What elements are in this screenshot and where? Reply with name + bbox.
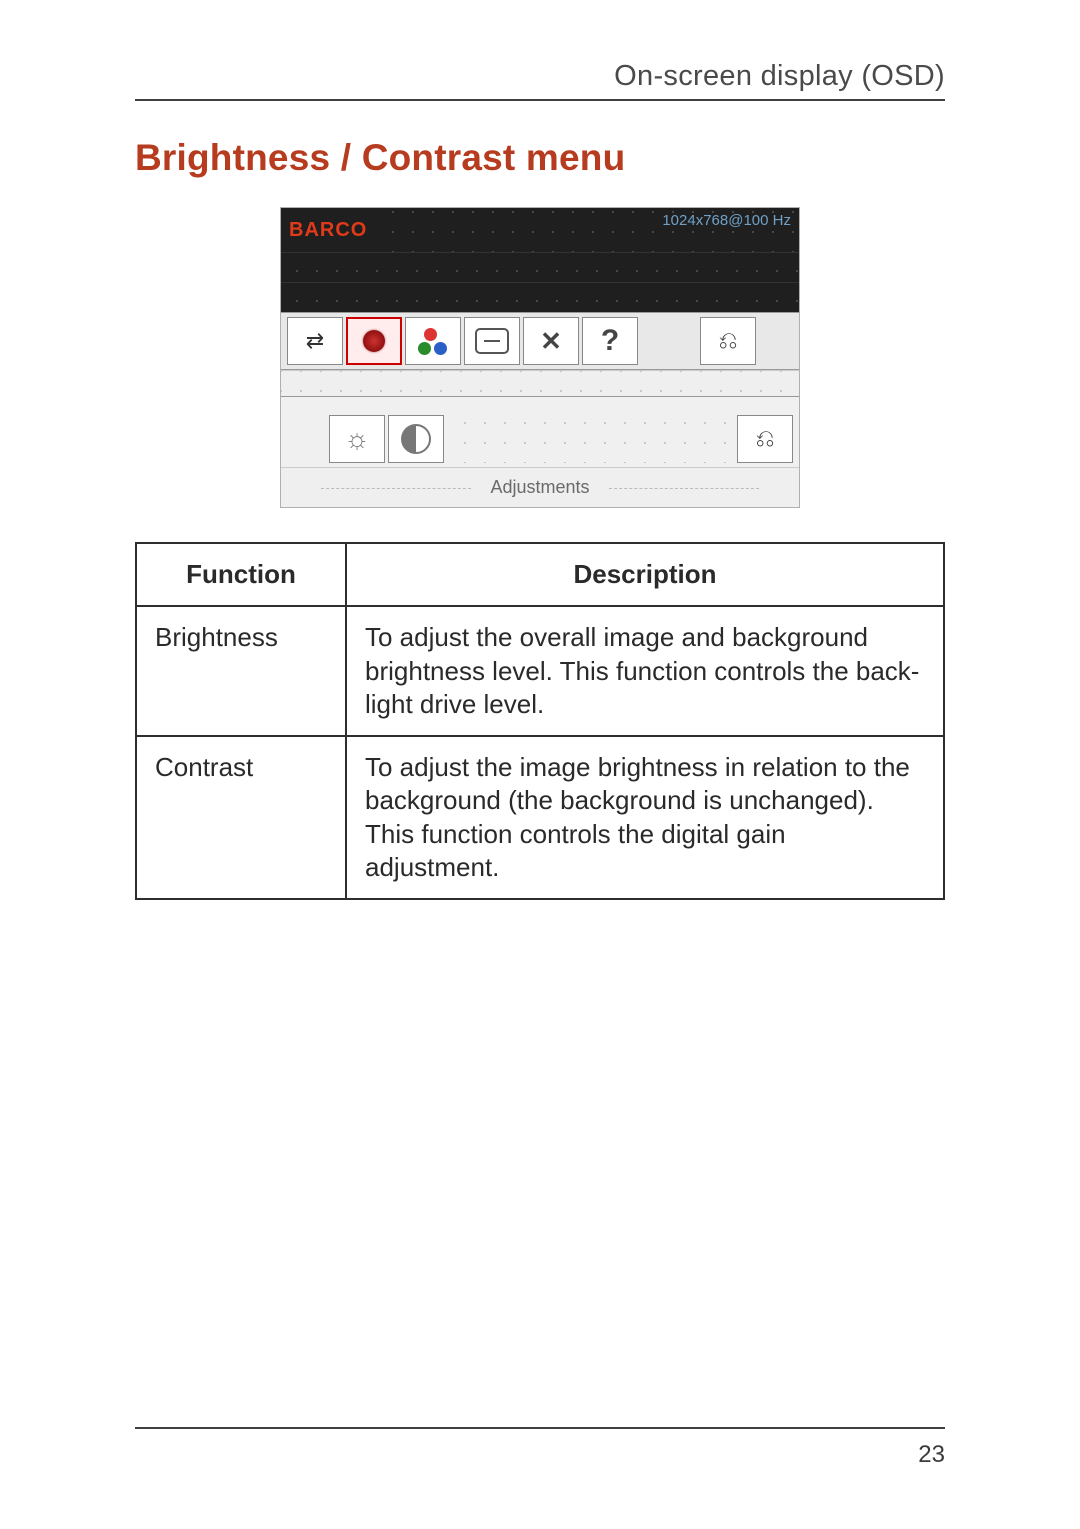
osd-gap: [641, 317, 697, 365]
header-rule: On-screen display (OSD): [135, 60, 945, 101]
tools-icon[interactable]: [523, 317, 579, 365]
exit-icon[interactable]: [737, 415, 793, 463]
autoset-icon[interactable]: [287, 317, 343, 365]
cell-description: To adjust the overall image and backgrou…: [346, 606, 944, 736]
osd-label: Adjustments: [281, 467, 799, 507]
cell-function: Contrast: [136, 736, 346, 899]
function-table: Function Description Brightness To adjus…: [135, 542, 945, 900]
osd-header-bg: 1024x768@100 Hz: [377, 208, 799, 252]
footer-rule: [135, 1427, 945, 1429]
color-icon[interactable]: [405, 317, 461, 365]
brightness-contrast-icon[interactable]: [346, 317, 402, 365]
osd-spacer: [281, 370, 799, 396]
osd-resolution: 1024x768@100 Hz: [662, 212, 791, 229]
help-icon[interactable]: [582, 317, 638, 365]
th-function: Function: [136, 543, 346, 606]
osd-label-text: Adjustments: [490, 477, 589, 498]
osd-header-bg3: [281, 282, 799, 312]
cell-description: To adjust the image brightness in relati…: [346, 736, 944, 899]
header-section: On-screen display (OSD): [135, 60, 945, 93]
table-row: Brightness To adjust the overall image a…: [136, 606, 944, 736]
osd-main-icons: [281, 312, 799, 370]
section-title: Brightness / Contrast menu: [135, 137, 945, 179]
exit-icon[interactable]: [700, 317, 756, 365]
osd-header: BARCO 1024x768@100 Hz: [281, 208, 799, 312]
table-row: Contrast To adjust the image brightness …: [136, 736, 944, 899]
th-description: Description: [346, 543, 944, 606]
osd-sub-spacer: [447, 415, 734, 463]
osd-header-row: BARCO 1024x768@100 Hz: [281, 208, 799, 252]
geometry-icon[interactable]: [464, 317, 520, 365]
page-footer: 23: [135, 1427, 945, 1469]
osd-brand-logo: BARCO: [281, 219, 377, 242]
page: On-screen display (OSD) Brightness / Con…: [0, 0, 1080, 1529]
osd-header-bg2: [281, 252, 799, 282]
contrast-icon[interactable]: [388, 415, 444, 463]
osd-sub-icons: [281, 396, 799, 467]
page-number: 23: [135, 1441, 945, 1469]
table-header-row: Function Description: [136, 543, 944, 606]
osd-screenshot: BARCO 1024x768@100 Hz: [280, 207, 800, 508]
brightness-icon[interactable]: [329, 415, 385, 463]
cell-function: Brightness: [136, 606, 346, 736]
